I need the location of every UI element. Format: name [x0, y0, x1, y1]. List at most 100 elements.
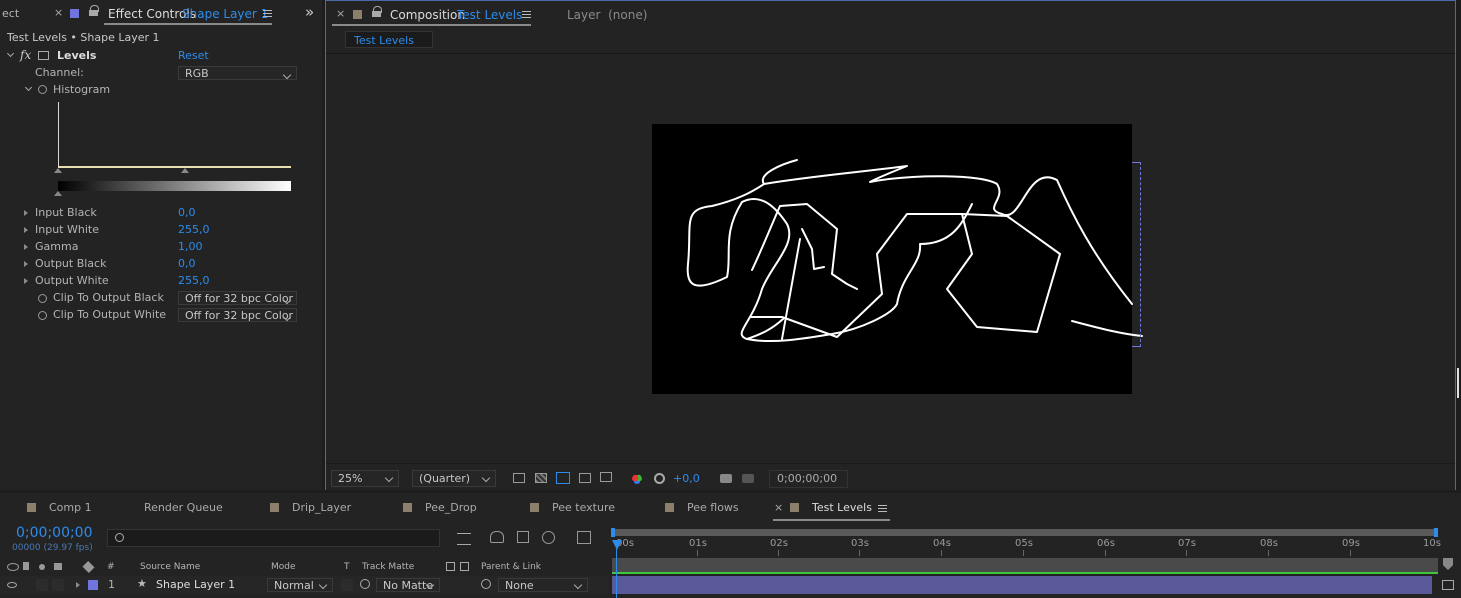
- composition-tab-prefix[interactable]: Composition: [390, 8, 465, 22]
- clip-black-dropdown[interactable]: Off for 32 bpc Color: [178, 291, 297, 305]
- effect-controls-tab-layer[interactable]: Shape Layer 1: [182, 7, 268, 21]
- expand-layer-icon[interactable]: [76, 582, 80, 588]
- column-hash: #: [107, 562, 115, 572]
- preserve-transparency-toggle[interactable]: [341, 579, 353, 591]
- shape-layer-path[interactable]: [652, 154, 1152, 394]
- property-label: Output White: [35, 274, 109, 287]
- comment-marker-icon[interactable]: [1442, 580, 1454, 590]
- region-of-interest-icon[interactable]: [579, 473, 591, 483]
- viewer-timecode[interactable]: 0;00;00;00: [769, 470, 848, 488]
- timeline-tab-pee-flows[interactable]: Pee flows: [687, 500, 739, 516]
- timeline-tab-comp-1[interactable]: Comp 1: [49, 500, 92, 516]
- lock-column-icon: [54, 563, 62, 570]
- output-black-slider-handle[interactable]: [54, 191, 62, 196]
- timeline-tab-test-levels[interactable]: Test Levels: [812, 500, 872, 516]
- resolution-dropdown[interactable]: (Quarter): [412, 470, 496, 487]
- transparency-grid-icon[interactable]: [535, 473, 547, 483]
- resolution-value: (Quarter): [419, 472, 471, 485]
- matte-pickwhip-icon[interactable]: [360, 579, 370, 589]
- panel-menu-icon[interactable]: [263, 10, 272, 11]
- collapse-histogram-icon[interactable]: [24, 83, 33, 92]
- timeline-tab-pee-drop[interactable]: Pee_Drop: [425, 500, 477, 516]
- frame-blending-icon[interactable]: [517, 531, 529, 543]
- expand-triangle-icon[interactable]: [24, 278, 28, 284]
- input-black-slider-handle[interactable]: [54, 168, 62, 173]
- close-tab-icon[interactable]: ×: [774, 501, 783, 514]
- composition-canvas[interactable]: [652, 124, 1143, 394]
- close-tab-icon[interactable]: ×: [54, 6, 63, 19]
- exposure-value[interactable]: +0,0: [673, 472, 700, 485]
- work-area-start-handle[interactable]: [611, 528, 615, 537]
- parent-value: None: [505, 579, 534, 592]
- expand-triangle-icon[interactable]: [24, 210, 28, 216]
- layer-mode-dropdown[interactable]: Normal: [267, 578, 333, 592]
- layer-label-color[interactable]: [88, 580, 98, 590]
- layer-duration-bar[interactable]: [612, 576, 1432, 594]
- shy-layers-icon[interactable]: [490, 531, 504, 543]
- audio-toggle[interactable]: [36, 579, 48, 591]
- expand-triangle-icon[interactable]: [24, 261, 28, 267]
- expand-panels-icon[interactable]: »: [305, 3, 314, 21]
- timeline-tab-pee-texture[interactable]: Pee texture: [552, 500, 615, 516]
- mask-visibility-icon[interactable]: [556, 472, 570, 484]
- reset-exposure-icon[interactable]: [654, 473, 665, 484]
- zoom-dropdown[interactable]: 25%: [331, 470, 399, 487]
- work-area-end-handle[interactable]: [1434, 528, 1438, 537]
- motion-blur-icon[interactable]: [542, 531, 555, 544]
- ruler-tick: [941, 550, 942, 556]
- time-indicator-head[interactable]: [612, 540, 622, 550]
- composition-flowchart-icon[interactable]: [457, 533, 471, 545]
- work-area-bar[interactable]: [612, 529, 1438, 536]
- parent-dropdown[interactable]: None: [498, 578, 588, 592]
- solo-toggle[interactable]: [52, 579, 64, 591]
- snapshot-camera-icon[interactable]: [720, 474, 732, 483]
- ruler-label: 01s: [689, 538, 707, 549]
- comp-tab-icon: [27, 503, 36, 512]
- layer-tab[interactable]: Layer (none): [567, 8, 647, 22]
- color-channels-icon[interactable]: [632, 474, 642, 484]
- comp-subtab[interactable]: Test Levels: [345, 31, 433, 48]
- grid-guides-icon[interactable]: [600, 472, 612, 482]
- close-tab-icon[interactable]: ×: [336, 7, 345, 20]
- timeline-tab-render-queue[interactable]: Render Queue: [144, 500, 223, 516]
- layer-row[interactable]: 1 ★ Shape Layer 1 Normal No Matte None: [0, 576, 609, 594]
- property-value[interactable]: 255,0: [178, 223, 210, 236]
- panel-menu-icon[interactable]: [878, 505, 887, 506]
- property-value[interactable]: 0,0: [178, 206, 196, 219]
- property-value[interactable]: 1,00: [178, 240, 203, 253]
- current-time-display[interactable]: 0;00;00;00: [16, 525, 93, 541]
- stopwatch-icon[interactable]: [38, 294, 47, 303]
- graph-editor-icon[interactable]: [577, 531, 591, 544]
- stopwatch-icon[interactable]: [38, 85, 47, 94]
- property-value[interactable]: 255,0: [178, 274, 210, 287]
- property-value[interactable]: 0,0: [178, 257, 196, 270]
- panel-menu-icon[interactable]: [522, 11, 531, 12]
- work-area-green-line: [612, 572, 1438, 574]
- video-eye-icon[interactable]: [7, 582, 17, 588]
- track-matte-dropdown[interactable]: No Matte: [376, 578, 440, 592]
- stopwatch-icon[interactable]: [38, 311, 47, 320]
- layer-search-input[interactable]: [107, 529, 440, 547]
- collapse-effect-icon[interactable]: [6, 49, 15, 58]
- render-bar: [612, 558, 1438, 572]
- reset-link[interactable]: Reset: [178, 49, 209, 62]
- property-output-white: Output White 255,0: [0, 273, 300, 290]
- layer-name[interactable]: Shape Layer 1: [156, 578, 235, 591]
- fx-toggle-icon[interactable]: fx: [20, 48, 31, 62]
- prev-tab-fragment[interactable]: ect: [2, 7, 19, 20]
- expand-triangle-icon[interactable]: [24, 244, 28, 250]
- fast-previews-icon[interactable]: [513, 473, 525, 483]
- layer-bounding-edge: [1132, 162, 1141, 347]
- timeline-tab-drip-layer[interactable]: Drip_Layer: [292, 500, 351, 516]
- expand-triangle-icon[interactable]: [24, 227, 28, 233]
- parent-pickwhip-icon[interactable]: [481, 579, 491, 589]
- comp-tab-icon: [403, 503, 412, 512]
- gamma-slider-handle[interactable]: [181, 168, 189, 173]
- time-indicator-line[interactable]: [616, 549, 617, 598]
- effect-name[interactable]: Levels: [57, 49, 96, 62]
- clip-white-dropdown[interactable]: Off for 32 bpc Color: [178, 308, 297, 322]
- composition-tab-name[interactable]: Test Levels: [457, 8, 522, 22]
- channel-dropdown[interactable]: RGB: [178, 66, 297, 80]
- clip-black-value: Off for 32 bpc Color: [185, 292, 294, 305]
- column-t: T: [344, 562, 350, 572]
